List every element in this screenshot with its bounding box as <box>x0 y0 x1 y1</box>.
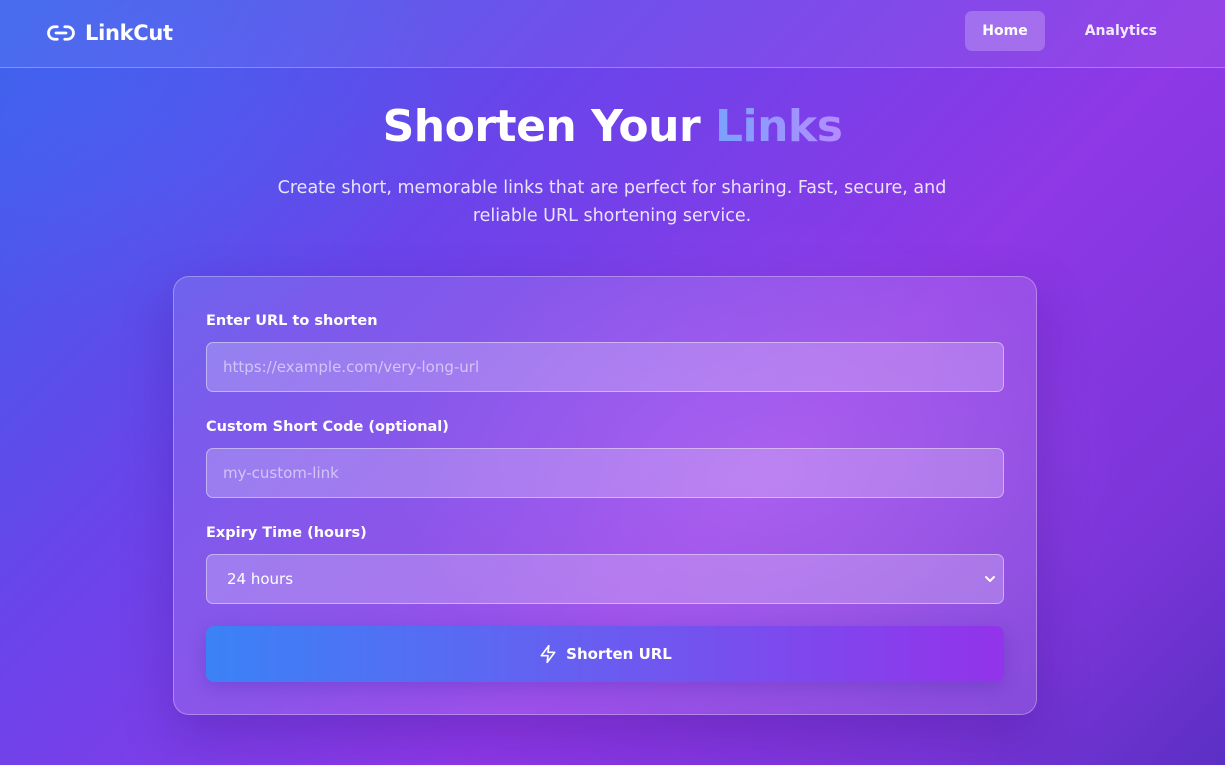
chevron-down-icon <box>982 571 998 587</box>
expiry-label: Expiry Time (hours) <box>206 525 367 541</box>
expiry-selected-value[interactable]: 24 hours <box>206 554 1004 604</box>
shorten-url-label: Shorten URL <box>566 645 672 663</box>
expiry-select[interactable]: 24 hours <box>206 554 1004 604</box>
page-title: Shorten Your Links <box>0 100 1225 154</box>
url-label: Enter URL to shorten <box>206 313 378 329</box>
url-input[interactable] <box>206 342 1004 392</box>
top-navbar: LinkCut Home Analytics <box>0 0 1225 68</box>
nav-analytics[interactable]: Analytics <box>1061 11 1181 51</box>
page-title-main: Shorten Your <box>382 101 701 152</box>
shorten-form-card: Enter URL to shorten Custom Short Code (… <box>173 276 1037 715</box>
custom-code-label: Custom Short Code (optional) <box>206 419 449 435</box>
custom-code-input[interactable] <box>206 448 1004 498</box>
page-subtitle: Create short, memorable links that are p… <box>277 178 947 226</box>
lightning-icon <box>538 644 558 664</box>
nav-home[interactable]: Home <box>965 11 1045 51</box>
link-icon <box>46 18 76 48</box>
main-nav: Home Analytics <box>965 11 1181 51</box>
brand-name: LinkCut <box>85 21 173 45</box>
shorten-url-button[interactable]: Shorten URL <box>206 626 1004 682</box>
page-title-accent: Links <box>714 101 843 152</box>
brand-logo[interactable]: LinkCut <box>46 18 173 48</box>
